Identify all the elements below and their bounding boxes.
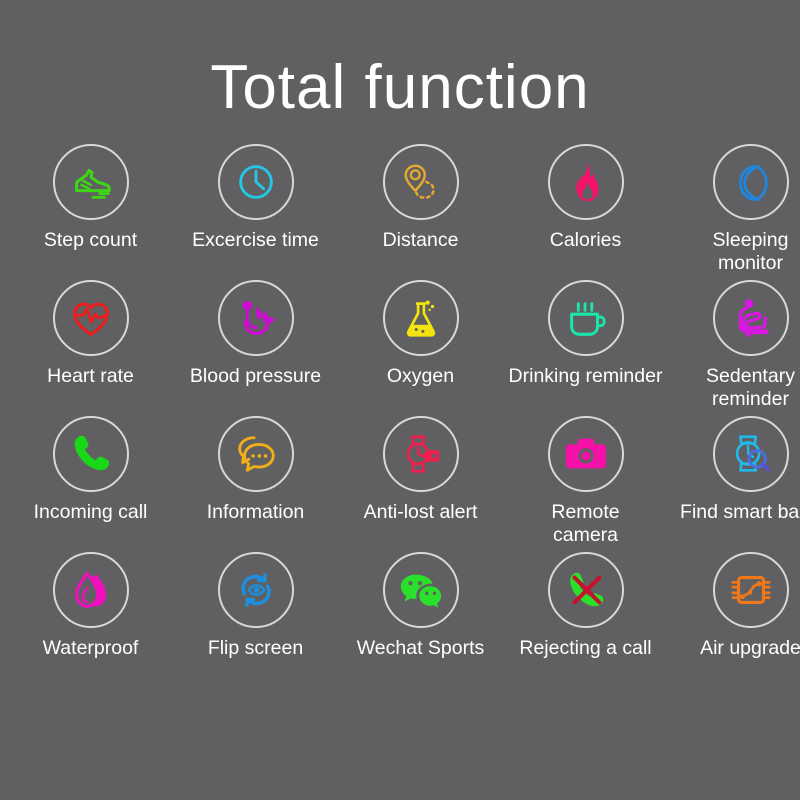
watch-search-icon[interactable] [712, 416, 789, 492]
sitting-person-icon[interactable] [712, 280, 789, 356]
feature-label: Heart rate [47, 365, 134, 387]
flip-screen-eye-icon[interactable] [217, 552, 294, 628]
feature-item[interactable]: Rejecting a call [503, 552, 668, 688]
total-function-poster: Total function Step count Excercise time D… [0, 0, 800, 800]
blood-pressure-icon[interactable] [217, 280, 294, 356]
running-shoe-icon[interactable] [52, 144, 129, 220]
feature-label: Step count [43, 229, 138, 251]
feature-item[interactable]: Oxygen [338, 280, 503, 416]
call-reject-icon[interactable] [547, 552, 624, 628]
feature-item[interactable]: Waterproof [8, 552, 173, 688]
feature-label: Find smart band [680, 501, 800, 523]
feature-item[interactable]: Sleeping monitor [668, 144, 800, 280]
water-drop-icon[interactable] [52, 552, 129, 628]
feature-grid: Step count Excercise time Distance Calories… [8, 144, 800, 688]
flask-icon[interactable] [382, 280, 459, 356]
feature-item[interactable]: Remote camera [503, 416, 668, 552]
watch-tag-icon[interactable] [382, 416, 459, 492]
feature-label: Rejecting a call [519, 637, 652, 659]
feature-label: Information [206, 501, 305, 523]
feature-label: Calories [549, 229, 622, 251]
feature-label: Blood pressure [189, 365, 322, 387]
coffee-cup-icon[interactable] [547, 280, 624, 356]
chat-bubbles-icon[interactable] [217, 416, 294, 492]
feature-label: Drinking reminder [508, 365, 663, 387]
feature-label: Sleeping monitor [712, 229, 789, 274]
feature-item[interactable]: Calories [503, 144, 668, 280]
page-title: Total function [210, 53, 590, 122]
camera-icon[interactable] [547, 416, 624, 492]
feature-item[interactable]: Incoming call [8, 416, 173, 552]
feature-item[interactable]: Blood pressure [173, 280, 338, 416]
feature-item[interactable]: Step count [8, 144, 173, 280]
feature-item[interactable]: Flip screen [173, 552, 338, 688]
phone-handset-icon[interactable] [52, 416, 129, 492]
feature-label: Excercise time [192, 229, 319, 251]
heart-pulse-icon[interactable] [52, 280, 129, 356]
feature-label: Anti-lost alert [363, 501, 478, 523]
feature-item[interactable]: Sedentary reminder [668, 280, 800, 416]
feature-label: Waterproof [42, 637, 139, 659]
feature-label: Air upgrade [700, 637, 800, 659]
feature-label: Sedentary reminder [706, 365, 795, 410]
map-pin-route-icon[interactable] [382, 144, 459, 220]
wechat-icon[interactable] [382, 552, 459, 628]
feature-label: Distance [382, 229, 459, 251]
feature-item[interactable]: Information [173, 416, 338, 552]
feature-label: Oxygen [386, 365, 455, 387]
feature-item[interactable]: Drinking reminder [503, 280, 668, 416]
feature-item[interactable]: Wechat Sports [338, 552, 503, 688]
feature-item[interactable]: Excercise time [173, 144, 338, 280]
feature-item[interactable]: Air upgrade [668, 552, 800, 688]
feature-item[interactable]: Heart rate [8, 280, 173, 416]
chip-upgrade-icon[interactable] [712, 552, 789, 628]
crescent-moon-icon[interactable] [712, 144, 789, 220]
feature-label: Incoming call [33, 501, 148, 523]
feature-label: Flip screen [207, 637, 304, 659]
flame-icon[interactable] [547, 144, 624, 220]
clock-icon[interactable] [217, 144, 294, 220]
feature-item[interactable]: Anti-lost alert [338, 416, 503, 552]
feature-label: Remote camera [551, 501, 620, 546]
feature-item[interactable]: Find smart band [668, 416, 800, 552]
feature-item[interactable]: Distance [338, 144, 503, 280]
feature-label: Wechat Sports [356, 637, 485, 659]
